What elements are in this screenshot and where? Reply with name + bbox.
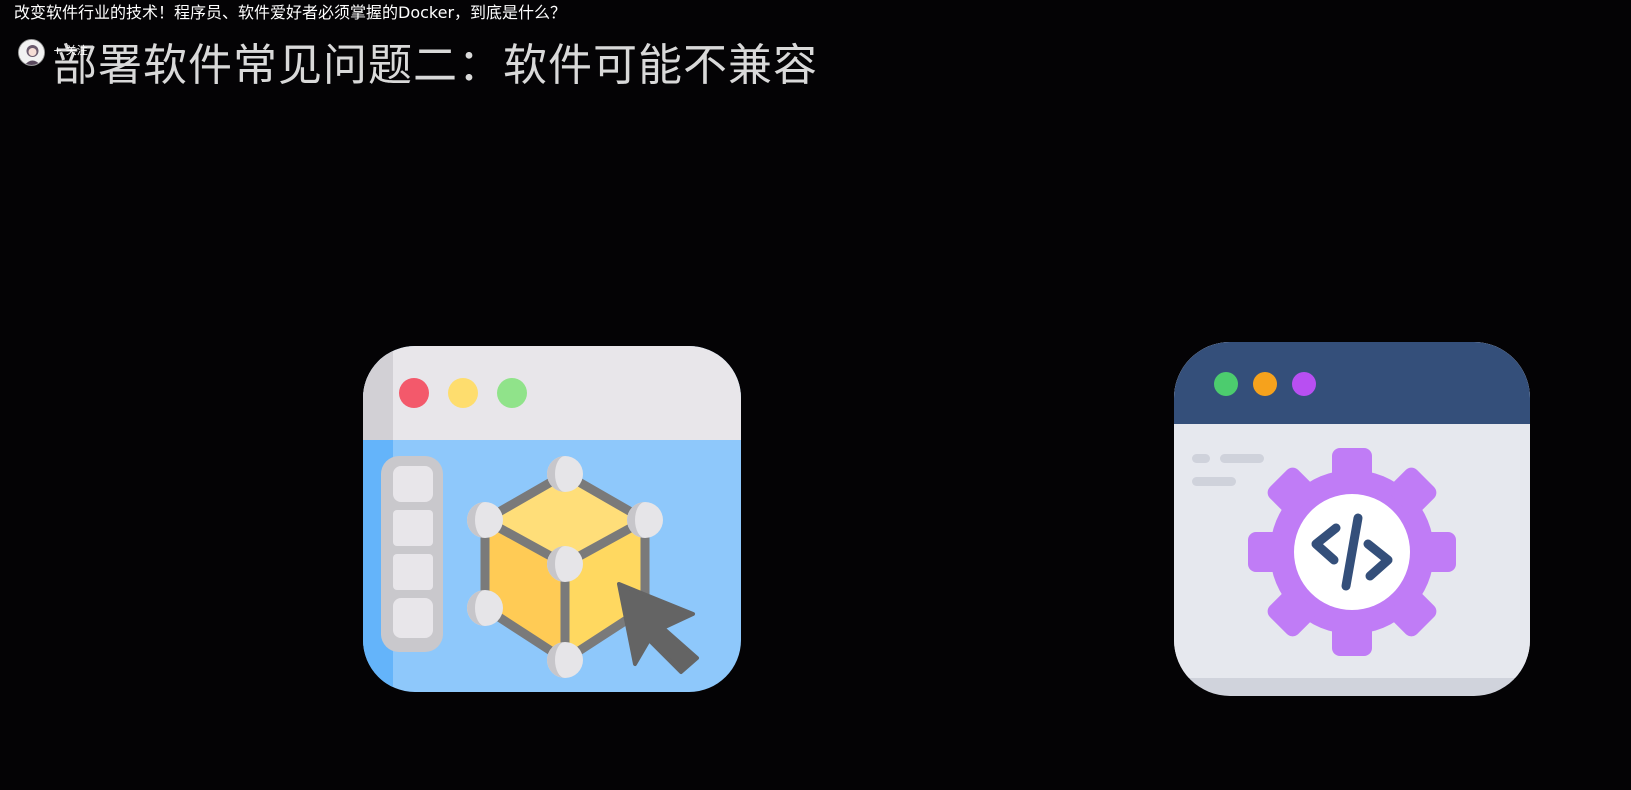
3d-modeling-window-icon <box>363 346 743 694</box>
follow-button[interactable]: + 关注 <box>53 44 88 58</box>
avatar-image <box>19 40 44 65</box>
avatar[interactable] <box>18 39 45 66</box>
slide-heading: 部署软件常见问题二：软件可能不兼容 <box>53 40 818 91</box>
code-settings-window-icon <box>1174 342 1532 698</box>
video-frame: 部署软件常见问题二：软件可能不兼容 改变软件行业的技术！程序员、软件爱好者必须掌… <box>0 0 1631 790</box>
video-title: 改变软件行业的技术！程序员、软件爱好者必须掌握的Docker，到底是什么？ <box>14 3 567 22</box>
